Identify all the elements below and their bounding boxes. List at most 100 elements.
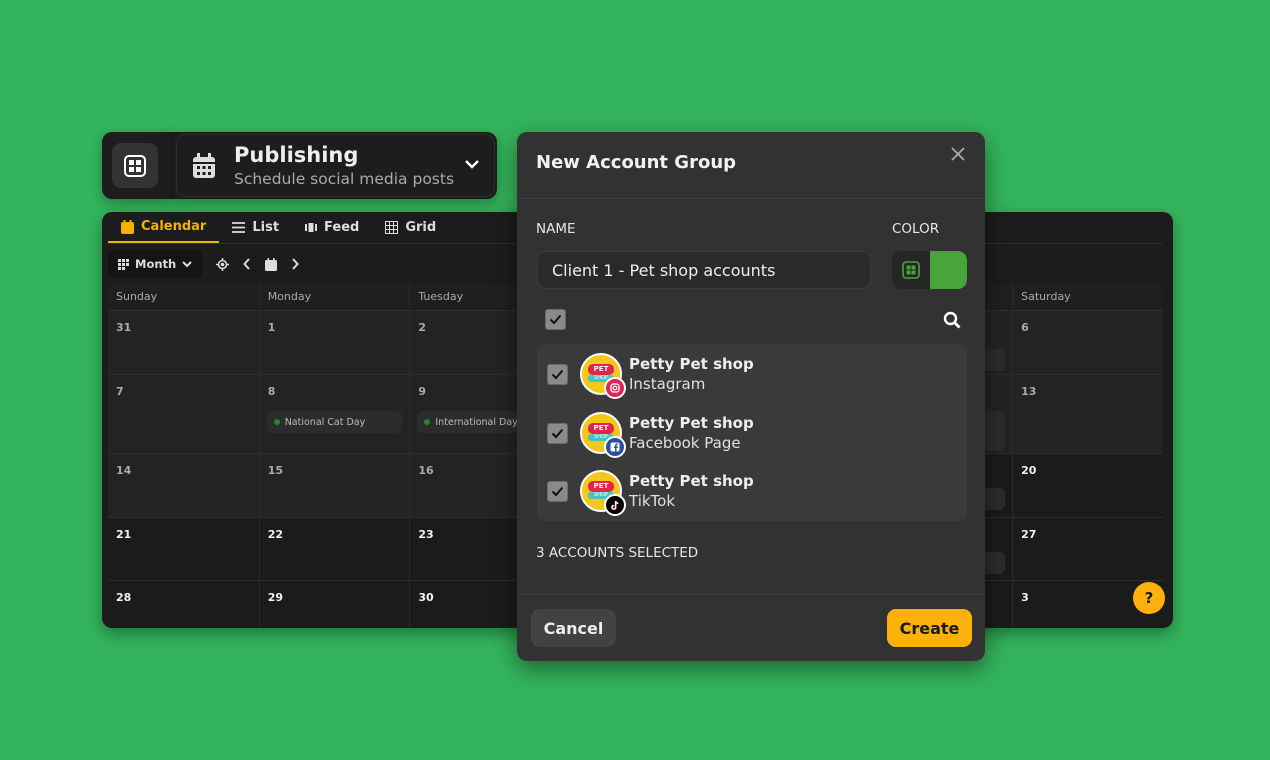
selected-color-swatch [930,251,967,289]
account-checkbox[interactable] [547,481,568,502]
tab-label: List [252,220,280,235]
chevron-down-icon [182,260,192,267]
event-dot [273,419,280,425]
day-number: 15 [267,464,283,477]
previous-month-icon[interactable] [243,258,251,270]
day-number: 13 [1021,385,1037,398]
tab-feed[interactable]: Feed [292,212,372,243]
grid-dots-icon [118,258,129,270]
day-cell[interactable]: 14 [108,454,259,517]
event-dot [424,419,431,425]
account-item[interactable]: PET SHOP Petty Pet shop Facebook Page [537,411,967,462]
color-label: COLOR [892,221,940,237]
selected-count: 3 ACCOUNTS SELECTED [536,545,699,561]
account-type: Instagram [629,375,706,393]
day-number: 14 [116,464,132,477]
day-number: 28 [116,591,132,604]
checkmark-icon [551,369,564,380]
tab-calendar[interactable]: Calendar [108,212,220,243]
module-switcher[interactable]: Publishing Schedule social media posts [174,132,497,199]
apps-grid-icon [112,143,158,188]
event-title: National Cat Day [284,416,366,428]
account-name: Petty Pet shop [629,355,754,373]
dialog-title: New Account Group [536,152,737,173]
cancel-button[interactable]: Cancel [531,609,616,647]
day-number: 22 [267,528,283,541]
chevron-down-icon [465,160,479,169]
color-picker[interactable] [892,251,967,289]
day-cell[interactable]: 1 [258,311,410,374]
new-account-group-dialog: New Account Group NAME COLOR PETSHOP Pet… [517,132,985,661]
day-cell[interactable]: 29 [258,581,410,628]
calendar-icon [121,219,134,234]
weekday-header: Sunday [116,290,158,303]
search-icon[interactable] [943,311,961,329]
view-mode-dropdown[interactable]: Month [108,250,203,278]
view-mode-label: Month [135,257,177,271]
account-checkbox[interactable] [547,422,568,444]
account-item[interactable]: PET SHOP Petty Pet shop Instagram [537,353,967,403]
module-subtitle: Schedule social media posts [234,170,455,188]
checkmark-icon [549,314,562,325]
select-all-checkbox[interactable] [545,309,566,330]
module-title: Publishing [234,143,359,167]
facebook-icon [604,435,626,458]
day-number: 8 [267,385,276,398]
day-cell[interactable]: 22 [258,518,410,580]
apps-button[interactable] [102,132,174,199]
date-picker-icon[interactable] [265,257,278,271]
day-number: 31 [116,321,132,334]
account-checkbox[interactable] [547,364,568,385]
tab-label: Grid [405,220,437,235]
account-name: Petty Pet shop [629,413,754,432]
day-cell[interactable]: 7 [108,375,259,453]
palette-grid-icon [902,261,920,279]
day-number: 16 [418,464,434,477]
today-target-icon[interactable] [216,257,230,271]
next-month-icon[interactable] [291,258,300,270]
feed-icon [305,223,318,232]
group-name-input[interactable] [537,251,871,289]
create-button[interactable]: Create [887,609,972,647]
tab-grid[interactable]: Grid [372,212,449,243]
grid-icon [385,221,399,234]
close-icon[interactable] [949,145,967,163]
help-button[interactable]: ? [1133,582,1165,614]
day-cell[interactable]: 27 [1012,518,1163,580]
calendar-icon [193,153,215,178]
calendar-event[interactable]: National Cat Day [266,411,403,433]
day-number: 2 [418,321,427,334]
account-type: Facebook Page [629,433,741,452]
name-label: NAME [536,221,576,237]
instagram-icon [604,377,626,399]
day-cell[interactable]: 20 [1012,454,1163,517]
event-title: International Day o [435,416,527,428]
calendar-toolbar: Month [108,248,300,280]
day-number: 1 [267,321,276,334]
day-cell[interactable]: 28 [108,581,259,628]
account-item[interactable]: PET SHOP Petty Pet shop TikTok [537,470,967,520]
tab-list[interactable]: List [219,212,292,243]
day-number: 7 [116,385,124,398]
day-cell[interactable]: 31 [108,311,259,374]
checkmark-icon [551,428,564,438]
day-cell[interactable]: 8 National Cat Day [258,375,410,453]
day-number: 6 [1021,321,1029,334]
day-number: 9 [418,385,427,398]
day-number: 23 [418,528,434,541]
account-name: Petty Pet shop [629,472,754,490]
day-number: 3 [1021,591,1029,604]
day-cell[interactable]: 6 [1012,311,1163,374]
tiktok-icon [604,494,626,516]
day-number: 27 [1021,528,1037,541]
account-type: TikTok [629,492,676,510]
list-icon [232,222,246,233]
tab-label: Calendar [141,219,207,234]
checkmark-icon [551,486,564,497]
day-number: 21 [116,528,132,541]
day-cell[interactable]: 21 [108,518,259,580]
day-cell[interactable]: 15 [258,454,410,517]
weekday-header: Monday [258,284,410,310]
day-cell[interactable]: 13 [1012,375,1163,453]
account-list: PET SHOP Petty Pet shop Instagram PET SHOP… [537,344,967,521]
